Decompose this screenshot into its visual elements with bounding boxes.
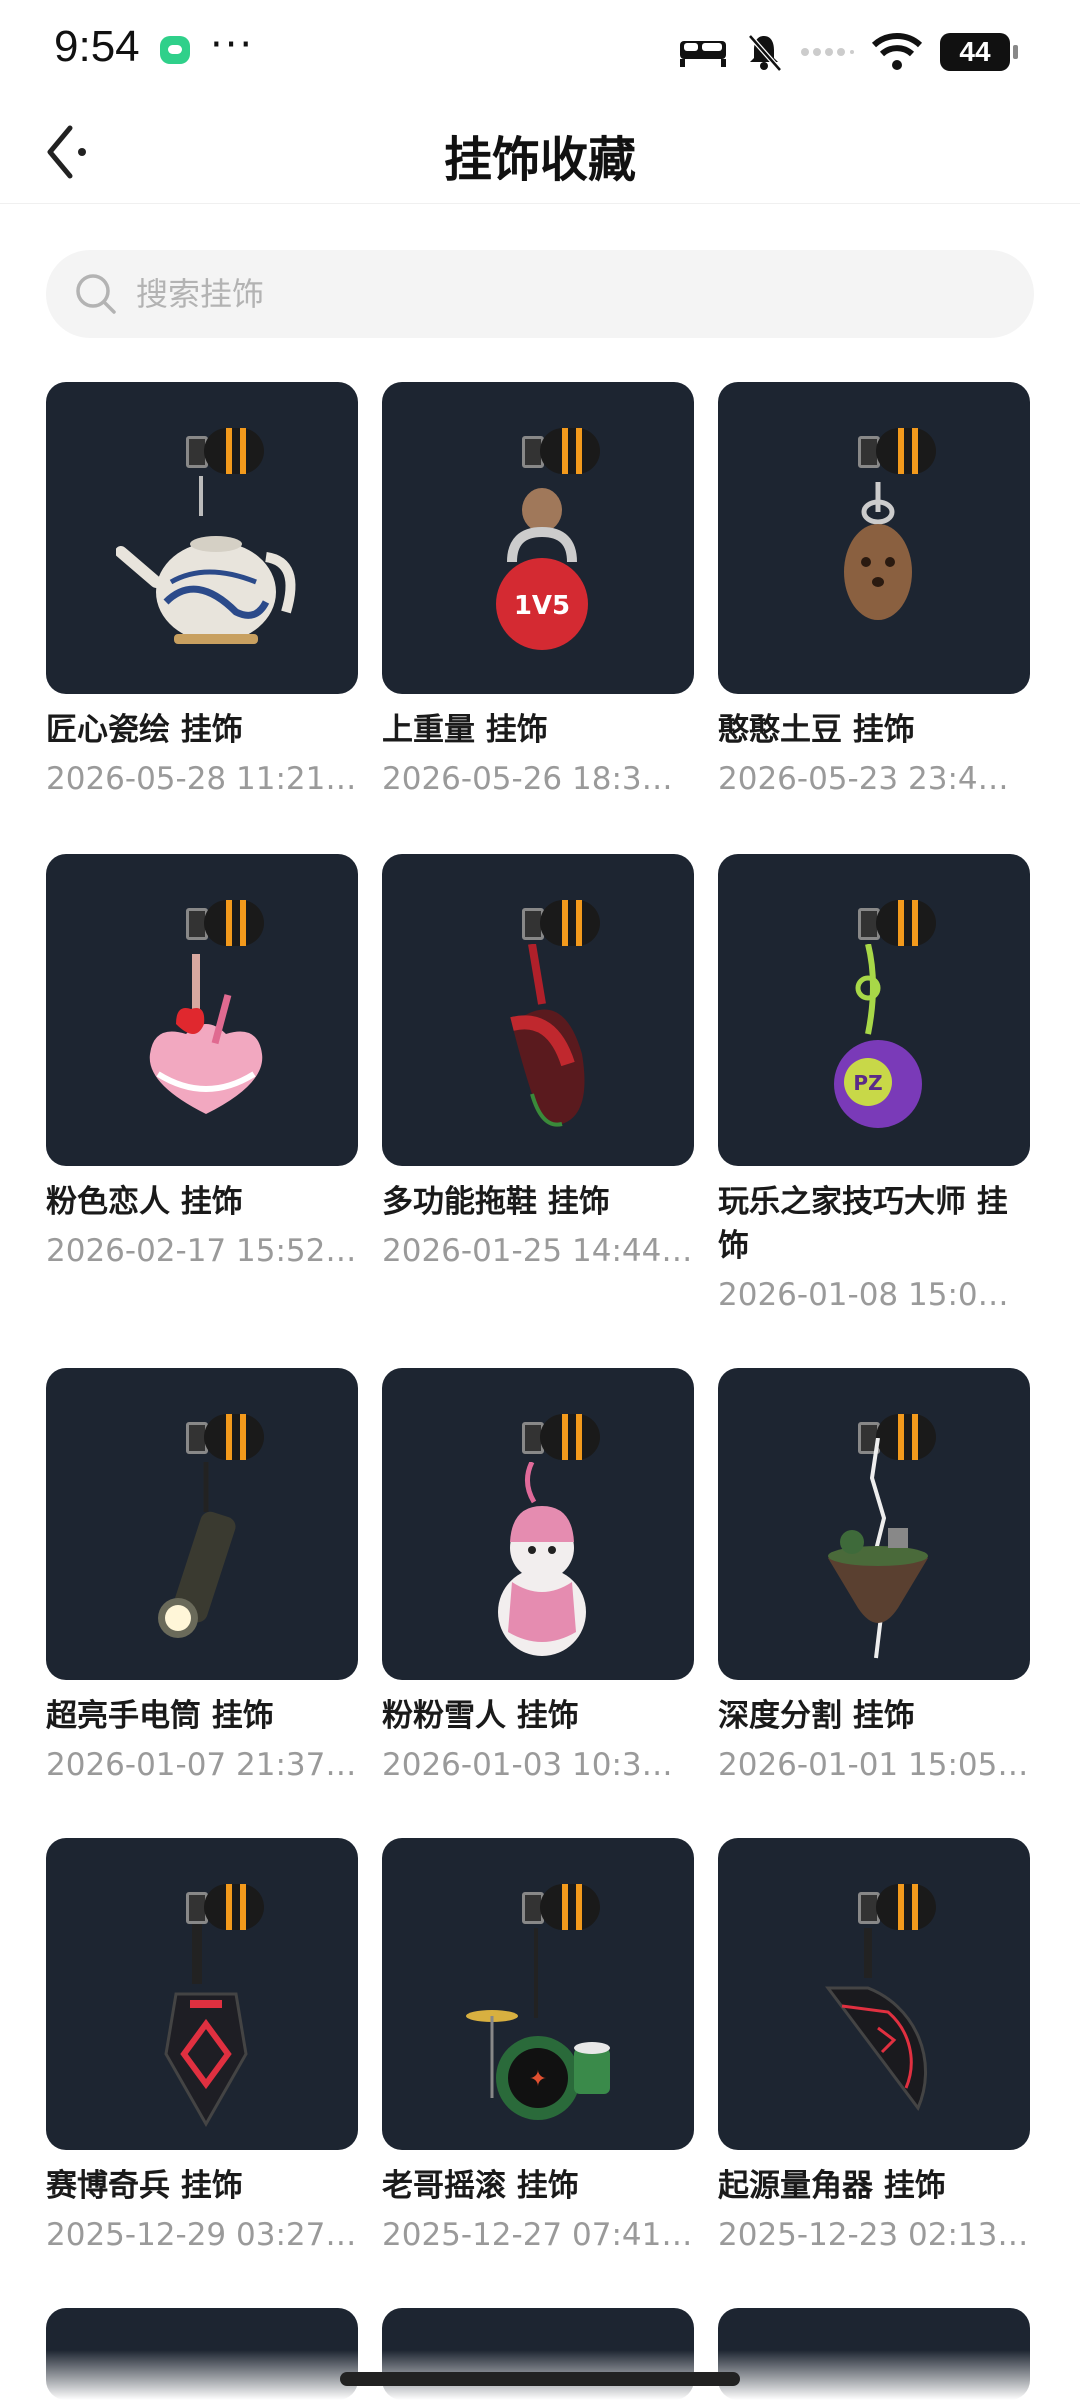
charm-name: 深度分割 挂饰 bbox=[718, 1698, 915, 1734]
charm-card[interactable]: 多功能拖鞋 挂饰 2026-01-25 14:44… bbox=[382, 854, 694, 1272]
charm-date: 2026-02-17 15:52… bbox=[46, 1233, 357, 1269]
potato-charm-image bbox=[718, 382, 1030, 694]
floating-island-charm-image bbox=[718, 1368, 1030, 1680]
charm-date: 2025-12-23 02:13… bbox=[718, 2217, 1029, 2253]
charm-name: 憨憨土豆 挂饰 bbox=[718, 712, 915, 748]
teapot-charm-image bbox=[46, 382, 358, 694]
protractor-charm-image bbox=[718, 1838, 1030, 2150]
kettlebell-charm-image: 1V5 bbox=[382, 382, 694, 694]
charm-name: 超亮手电筒 挂饰 bbox=[46, 1698, 274, 1734]
charm-card[interactable]: 1V5 上重量 挂饰 2026-05-26 18:3… bbox=[382, 382, 694, 800]
svg-text:PZ: PZ bbox=[853, 1071, 882, 1095]
heart-cake-charm-image bbox=[46, 854, 358, 1166]
charm-date: 2026-05-28 11:21:… bbox=[46, 761, 358, 797]
drum-kit-charm-image: ✦ bbox=[382, 1838, 694, 2150]
charm-date: 2025-12-27 07:41:… bbox=[382, 2217, 694, 2253]
charm-date: 2026-05-26 18:3… bbox=[382, 761, 673, 797]
charm-date: 2026-01-07 21:37… bbox=[46, 1747, 357, 1783]
charm-name: 匠心瓷绘 挂饰 bbox=[46, 712, 243, 748]
charm-card[interactable]: 赛博奇兵 挂饰 2025-12-29 03:27… bbox=[46, 1838, 358, 2256]
charm-card[interactable]: 憨憨土豆 挂饰 2026-05-23 23:4… bbox=[718, 382, 1030, 800]
charm-date: 2026-01-08 15:0… bbox=[718, 1277, 1009, 1313]
charm-card[interactable]: ✦ 老哥摇滚 挂饰 2025-12-27 07:41:… bbox=[382, 1838, 694, 2256]
charm-card[interactable]: 粉粉雪人 挂饰 2026-01-03 10:3… bbox=[382, 1368, 694, 1786]
charm-card[interactable]: 匠心瓷绘 挂饰 2026-05-28 11:21:… bbox=[46, 382, 358, 800]
snowman-charm-image bbox=[382, 1368, 694, 1680]
charm-grid: 匠心瓷绘 挂饰 2026-05-28 11:21:… 1V5 上重量 挂饰 20… bbox=[0, 0, 1080, 2400]
svg-text:1V5: 1V5 bbox=[514, 591, 570, 621]
charm-card[interactable]: 粉色恋人 挂饰 2026-02-17 15:52… bbox=[46, 854, 358, 1272]
svg-text:✦: ✦ bbox=[529, 2067, 547, 2092]
charm-name: 玩乐之家技巧大师 挂饰 bbox=[718, 1184, 1008, 1264]
slipper-charm-image bbox=[382, 854, 694, 1166]
charm-name: 粉色恋人 挂饰 bbox=[46, 1184, 243, 1220]
charm-card[interactable]: 起源量角器 挂饰 2025-12-23 02:13… bbox=[718, 1838, 1030, 2256]
charm-name: 老哥摇滚 挂饰 bbox=[382, 2168, 579, 2204]
charm-name: 上重量 挂饰 bbox=[382, 712, 548, 748]
charm-card[interactable]: PZ 玩乐之家技巧大师 挂饰 2026-01-08 15:0… bbox=[718, 854, 1030, 1316]
charm-name: 粉粉雪人 挂饰 bbox=[382, 1698, 579, 1734]
charm-date: 2026-05-23 23:4… bbox=[718, 761, 1009, 797]
flashlight-charm-image bbox=[46, 1368, 358, 1680]
charm-date: 2026-01-25 14:44… bbox=[382, 1233, 693, 1269]
cyber-tag-charm-image bbox=[46, 1838, 358, 2150]
charm-name: 起源量角器 挂饰 bbox=[718, 2168, 946, 2204]
yoyo-charm-image: PZ bbox=[718, 854, 1030, 1166]
charm-date: 2026-01-01 15:05… bbox=[718, 1747, 1029, 1783]
charm-name: 赛博奇兵 挂饰 bbox=[46, 2168, 243, 2204]
charm-date: 2026-01-03 10:3… bbox=[382, 1747, 673, 1783]
home-indicator[interactable] bbox=[340, 2372, 740, 2386]
charm-name: 多功能拖鞋 挂饰 bbox=[382, 1184, 610, 1220]
charm-date: 2025-12-29 03:27… bbox=[46, 2217, 357, 2253]
charm-card[interactable]: 超亮手电筒 挂饰 2026-01-07 21:37… bbox=[46, 1368, 358, 1786]
charm-card[interactable]: 深度分割 挂饰 2026-01-01 15:05… bbox=[718, 1368, 1030, 1786]
